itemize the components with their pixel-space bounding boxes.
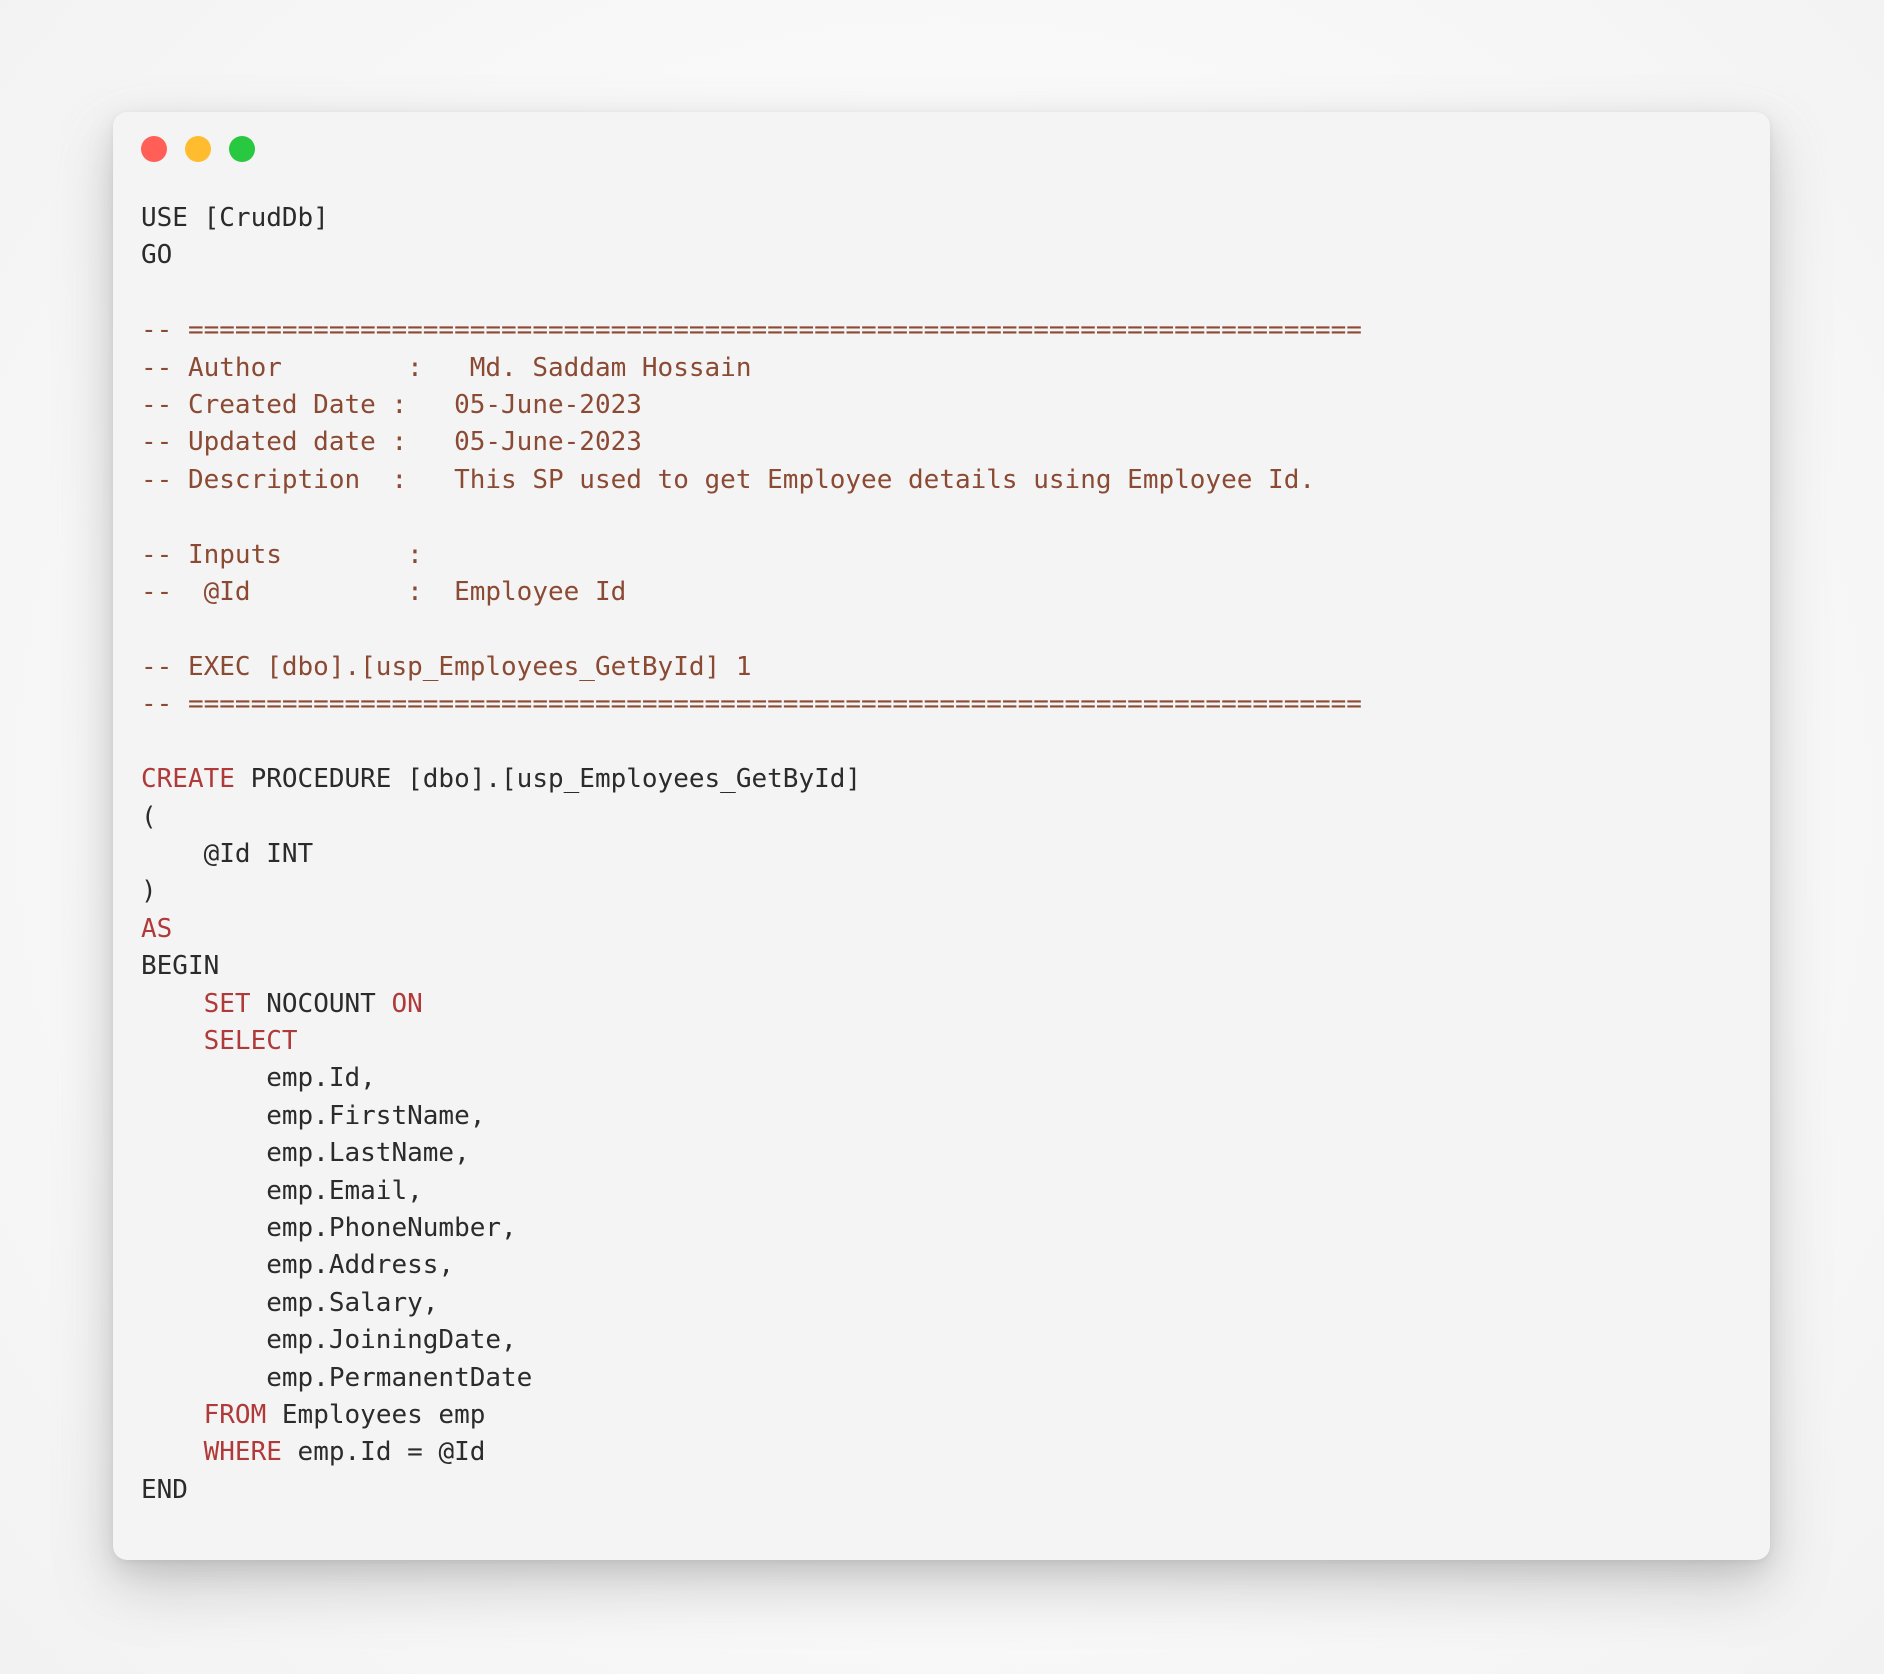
window-titlebar — [113, 112, 1770, 186]
code-token: -- Inputs : — [141, 539, 423, 570]
code-token: emp.Email, — [141, 1175, 423, 1206]
code-token: -- Updated date : 05-June-2023 — [141, 427, 642, 458]
code-token: ) — [141, 876, 157, 907]
code-token: END — [141, 1474, 188, 1505]
code-token: NOCOUNT — [250, 988, 392, 1019]
code-token: -- Created Date : 05-June-2023 — [141, 390, 642, 421]
code-token: emp.Id, — [141, 1063, 376, 1094]
code-token: GO — [141, 240, 173, 271]
sql-code-block[interactable]: USE [CrudDb] GO -- =====================… — [141, 200, 1744, 1509]
code-token: emp.PhoneNumber, — [141, 1212, 517, 1243]
code-token: emp.LastName, — [141, 1138, 470, 1169]
maximize-window-icon[interactable] — [229, 136, 255, 162]
code-token: CREATE — [141, 764, 235, 795]
code-token: WHERE — [203, 1437, 282, 1468]
code-token: emp.PermanentDate — [141, 1362, 533, 1393]
minimize-window-icon[interactable] — [185, 136, 211, 162]
code-token: -- @Id : Employee Id — [141, 577, 627, 608]
code-token: ON — [391, 988, 423, 1019]
code-token: SELECT — [203, 1025, 298, 1056]
code-token: emp.FirstName, — [141, 1100, 486, 1131]
code-editor-area[interactable]: USE [CrudDb] GO -- =====================… — [113, 186, 1770, 1560]
code-token: USE [CrudDb] — [141, 203, 329, 233]
code-token: -- Author : Md. Saddam Hossain — [141, 352, 752, 383]
code-token: emp.Address, — [141, 1250, 455, 1281]
code-window: USE [CrudDb] GO -- =====================… — [113, 112, 1770, 1560]
code-token: ( — [141, 801, 157, 832]
code-token: Employees emp — [266, 1400, 486, 1430]
code-token: -- =====================================… — [141, 315, 1362, 346]
code-token: SET — [203, 988, 251, 1019]
code-token: emp.JoiningDate, — [141, 1325, 517, 1356]
code-token: PROCEDURE [dbo].[usp_Employees_GetById] — [234, 764, 862, 795]
screenshot-canvas: USE [CrudDb] GO -- =====================… — [0, 0, 1884, 1674]
window-controls — [141, 136, 255, 162]
code-token: -- =====================================… — [141, 689, 1362, 720]
code-token: -- Description : This SP used to get Emp… — [141, 464, 1315, 495]
code-token: FROM — [203, 1400, 267, 1430]
code-token: emp.Salary, — [141, 1287, 439, 1318]
code-token: @Id INT — [141, 838, 314, 869]
close-window-icon[interactable] — [141, 136, 167, 162]
code-token: emp.Id = @Id — [281, 1437, 486, 1468]
code-token: BEGIN — [141, 951, 220, 982]
code-token: AS — [141, 913, 173, 944]
code-token: -- EXEC [dbo].[usp_Employees_GetById] 1 — [141, 651, 752, 682]
